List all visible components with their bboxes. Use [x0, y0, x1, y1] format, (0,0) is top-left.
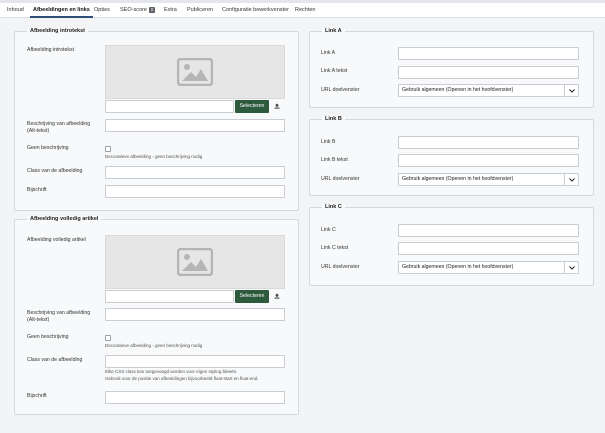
intro-no-description-label: Geen beschrijving — [27, 145, 69, 151]
link-a-target-label: URL doelvenster — [321, 87, 360, 93]
full-class-hint-2: Gebruik voor de positie van afbeeldingen… — [105, 376, 259, 381]
tab-opties[interactable]: Opties — [91, 3, 113, 17]
tab-extra[interactable]: Extra — [161, 3, 180, 17]
link-b-target-label: URL doelvenster — [321, 176, 360, 182]
intro-no-description-hint: Decoratieve afbeelding - geen beschrijvi… — [105, 154, 203, 159]
tab-rechten[interactable]: Rechten — [292, 3, 319, 17]
intro-class-label: Class van de afbeelding — [27, 168, 83, 174]
link-a-target-select[interactable]: Gebruik algemeen (Openen in het hoofdven… — [398, 84, 579, 97]
full-image-preview — [105, 235, 285, 289]
full-image-legend: Afbeelding volledig artikel — [27, 216, 102, 222]
link-a-legend: Link A — [322, 28, 345, 34]
full-caption-input[interactable] — [105, 391, 285, 404]
link-a-text-label: Link A tekst — [321, 68, 348, 74]
intro-caption-input[interactable] — [105, 185, 285, 198]
chevron-down-icon — [564, 262, 578, 273]
tab-label: Inhoud — [7, 7, 24, 13]
tab-label: Opties — [94, 7, 110, 13]
link-b-legend: Link B — [322, 116, 345, 122]
full-alt-label: Beschrijving van afbeelding — [27, 310, 91, 316]
image-placeholder-icon — [177, 58, 213, 86]
tab-label: Extra — [164, 7, 177, 13]
link-c-text-label: Link C tekst — [321, 245, 349, 251]
link-b-text-input[interactable] — [398, 154, 579, 167]
full-class-input[interactable] — [105, 355, 285, 368]
full-image-select-button[interactable]: Selecteren — [235, 290, 269, 303]
link-a-url-input[interactable] — [398, 47, 579, 60]
tab-publiceren[interactable]: Publiceren — [184, 3, 216, 17]
intro-image-select-button[interactable]: Selecteren — [235, 100, 269, 113]
link-b-text-label: Link B tekst — [321, 157, 348, 163]
upload-icon[interactable] — [273, 292, 281, 300]
full-image-path-input[interactable] — [105, 290, 234, 303]
full-no-description-label: Geen beschrijving — [27, 334, 69, 340]
full-no-description-hint: Decoratieve afbeelding - geen beschrijvi… — [105, 343, 203, 348]
intro-image-path-input[interactable] — [105, 100, 234, 113]
link-c-label: Link C — [321, 227, 336, 233]
link-b-label: Link B — [321, 139, 336, 145]
intro-caption-label: Bijschrift — [27, 187, 47, 193]
intro-alt-sublabel: (Alt-tekst) — [27, 128, 50, 134]
tab-label: Publiceren — [187, 7, 213, 13]
full-caption-label: Bijschrift — [27, 393, 47, 399]
tab-inhoud[interactable]: Inhoud — [4, 3, 27, 17]
intro-image-legend: Afbeelding introtekst — [27, 28, 89, 34]
full-image-label: Afbeelding volledig artikel — [27, 237, 86, 243]
tab-configuratie-bewerkvenster[interactable]: Configuratie bewerkvenster — [219, 3, 292, 17]
link-c-legend: Link C — [322, 204, 345, 210]
seo-score-badge: 0 — [148, 6, 156, 13]
link-a-text-input[interactable] — [398, 66, 579, 79]
intro-alt-text-input[interactable] — [105, 119, 285, 132]
tab-label: Rechten — [295, 7, 316, 13]
intro-no-description-checkbox[interactable] — [105, 146, 111, 152]
link-c-target-select[interactable]: Gebruik algemeen (Openen in het hoofdven… — [398, 261, 579, 274]
link-a-target-value: Gebruik algemeen (Openen in het hoofdven… — [402, 87, 514, 93]
link-b-target-value: Gebruik algemeen (Openen in het hoofdven… — [402, 176, 514, 182]
intro-alt-label: Beschrijving van afbeelding — [27, 121, 91, 127]
full-alt-sublabel: (Alt-tekst) — [27, 317, 50, 323]
tab-label: Configuratie bewerkvenster — [222, 7, 289, 13]
link-c-text-input[interactable] — [398, 242, 579, 255]
tab-label: Afbeeldingen en links — [33, 7, 90, 13]
tab-seo-score[interactable]: SEO-score 0 — [117, 3, 158, 17]
link-c-url-input[interactable] — [398, 224, 579, 237]
chevron-down-icon — [564, 174, 578, 185]
image-placeholder-icon — [177, 248, 213, 276]
link-a-label: Link A — [321, 50, 336, 56]
full-no-description-checkbox[interactable] — [105, 335, 111, 341]
upload-icon[interactable] — [273, 102, 281, 110]
tab-label: SEO-score — [120, 7, 147, 13]
full-alt-text-input[interactable] — [105, 308, 285, 321]
full-class-label: Class van de afbeelding — [27, 357, 83, 363]
chevron-down-icon — [564, 85, 578, 96]
link-b-target-select[interactable]: Gebruik algemeen (Openen in het hoofdven… — [398, 173, 579, 186]
tab-bar: Inhoud Afbeeldingen en links Opties SEO-… — [0, 3, 605, 18]
link-b-url-input[interactable] — [398, 136, 579, 149]
tab-afbeeldingen-en-links[interactable]: Afbeeldingen en links — [30, 3, 93, 18]
link-c-target-label: URL doelvenster — [321, 264, 360, 270]
intro-image-label: Afbeelding introtekst — [27, 47, 75, 53]
full-class-hint-1: Elke CSS class kan toegevoegd worden voo… — [105, 369, 238, 374]
intro-image-preview — [105, 45, 285, 99]
link-c-target-value: Gebruik algemeen (Openen in het hoofdven… — [402, 264, 514, 270]
intro-class-input[interactable] — [105, 166, 285, 179]
